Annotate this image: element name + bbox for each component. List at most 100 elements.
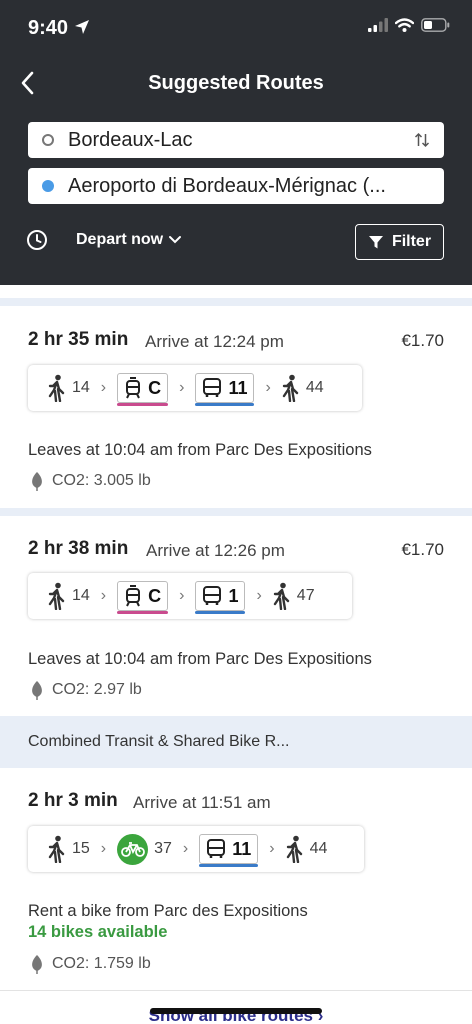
filter-icon: [368, 236, 383, 249]
tram-icon: [126, 377, 141, 399]
bus-line: 11: [232, 838, 252, 859]
route-legs: 14 › C › 11 › 44: [28, 365, 362, 411]
co2-info: CO2: 3.005 lb: [30, 471, 151, 491]
status-time: 9:40: [28, 17, 69, 39]
chevron-right-icon: ›: [182, 840, 189, 857]
route-legs: 15 › 37 › 11 › 44: [28, 826, 364, 872]
walk-icon: [286, 835, 302, 863]
chevron-right-icon: ›: [179, 587, 185, 604]
status-indicators: [368, 18, 450, 32]
bikes-available: 14 bikes available: [28, 923, 168, 941]
bus-line-color: [199, 864, 259, 867]
route-arrive: Arrive at 12:26 pm: [146, 541, 285, 560]
bus-icon: [203, 378, 222, 397]
route-price: €1.70: [401, 540, 444, 559]
walk-minutes: 47: [296, 587, 315, 604]
tram-line: C: [148, 377, 162, 398]
leaf-icon: [32, 955, 42, 974]
combined-transit-bike-section: Combined Transit & Shared Bike R...: [0, 716, 472, 768]
bus-icon: [203, 586, 222, 605]
tram-badge: C: [117, 373, 169, 406]
battery-icon: [421, 18, 450, 32]
location-arrow-icon: [75, 20, 89, 34]
co2-text: CO2: 2.97 lb: [52, 681, 142, 698]
bus-line-color: [195, 611, 246, 614]
page-title: Suggested Routes: [148, 72, 324, 94]
home-indicator[interactable]: [150, 1008, 322, 1014]
filter-button[interactable]: Filter: [355, 224, 444, 260]
bike-route-card[interactable]: 2 hr 3 min Arrive at 11:51 am 15 › 37 › …: [0, 790, 472, 990]
bike-rental-info: Rent a bike from Parc des Expositions: [28, 902, 308, 920]
bicycle-icon: [120, 842, 145, 857]
walk-icon: [48, 582, 65, 610]
walk-icon: [282, 374, 299, 402]
destination-text: Aeroporto di Bordeaux-Mérignac (...: [68, 174, 386, 197]
bike-leg: 37: [117, 833, 172, 865]
tram-line: C: [148, 585, 162, 606]
clock-icon: [27, 230, 47, 250]
bus-icon: [207, 839, 226, 858]
separator: [0, 298, 472, 306]
walk-leg: 44: [282, 374, 324, 402]
origin-field[interactable]: Bordeaux-Lac: [28, 122, 444, 158]
co2-text: CO2: 3.005 lb: [52, 472, 151, 489]
chevron-right-icon: ›: [256, 587, 262, 604]
walk-leg: 15: [48, 835, 90, 863]
route-price: €1.70: [401, 331, 444, 350]
destination-dot-icon: [42, 180, 54, 192]
tram-line-color: [117, 611, 169, 614]
header: 9:40 Suggested Routes Bordeaux-Lac Aerop…: [0, 0, 472, 285]
separator: [0, 990, 472, 991]
chevron-right-icon: ›: [265, 379, 271, 396]
chevron-right-icon: ›: [269, 840, 275, 857]
swap-icon[interactable]: [414, 132, 430, 148]
leaf-icon: [32, 681, 42, 700]
bus-badge: 11: [199, 834, 259, 867]
tram-line-color: [117, 403, 169, 406]
walk-minutes: 14: [72, 587, 90, 604]
walk-minutes: 15: [72, 840, 90, 857]
origin-dot-icon: [42, 134, 54, 146]
bus-line: 1: [228, 585, 239, 606]
route-legs: 14 › C › 1 › 47: [28, 573, 352, 619]
tram-icon: [126, 585, 141, 607]
co2-info: CO2: 1.759 lb: [30, 954, 151, 974]
co2-info: CO2: 2.97 lb: [30, 680, 142, 700]
chevron-right-icon: ›: [100, 379, 107, 396]
bus-badge: 11: [195, 373, 255, 406]
co2-text: CO2: 1.759 lb: [52, 955, 151, 972]
destination-field[interactable]: Aeroporto di Bordeaux-Mérignac (...: [28, 168, 444, 204]
origin-text: Bordeaux-Lac: [68, 128, 193, 151]
tram-badge: C: [117, 581, 169, 614]
wifi-icon: [395, 18, 414, 32]
route-duration: 2 hr 38 min: [28, 538, 129, 559]
walk-icon: [48, 374, 65, 402]
depart-now-selector[interactable]: Depart now: [26, 229, 185, 251]
walk-leg: 14: [48, 582, 90, 610]
route-card[interactable]: 2 hr 38 min Arrive at 12:26 pm €1.70 14 …: [0, 538, 472, 716]
walk-icon: [48, 835, 65, 863]
separator: [0, 508, 472, 516]
bike-badge: [117, 833, 149, 865]
chevron-right-icon: ›: [100, 840, 107, 857]
bike-minutes: 37: [154, 840, 172, 857]
route-duration: 2 hr 35 min: [28, 329, 129, 350]
walk-minutes: 44: [309, 840, 328, 857]
bus-line-color: [195, 403, 255, 406]
route-card[interactable]: 2 hr 35 min Arrive at 12:24 pm €1.70 14 …: [0, 329, 472, 509]
walk-minutes: 14: [72, 379, 90, 396]
walk-minutes: 44: [305, 379, 324, 396]
bus-line: 11: [228, 377, 248, 398]
cellular-signal-icon: [368, 18, 388, 32]
route-arrive: Arrive at 11:51 am: [133, 793, 271, 812]
route-arrive: Arrive at 12:24 pm: [145, 332, 284, 351]
walk-leg: 44: [286, 835, 328, 863]
walk-leg: 14: [48, 374, 90, 402]
bus-badge: 1: [195, 581, 246, 614]
route-duration: 2 hr 3 min: [28, 790, 118, 811]
route-departure-info: Leaves at 10:04 am from Parc Des Exposit…: [28, 441, 372, 459]
depart-label: Depart now: [76, 231, 164, 248]
chevron-down-icon: [169, 236, 182, 244]
filter-label: Filter: [391, 233, 432, 250]
chevron-right-icon: ›: [179, 379, 185, 396]
